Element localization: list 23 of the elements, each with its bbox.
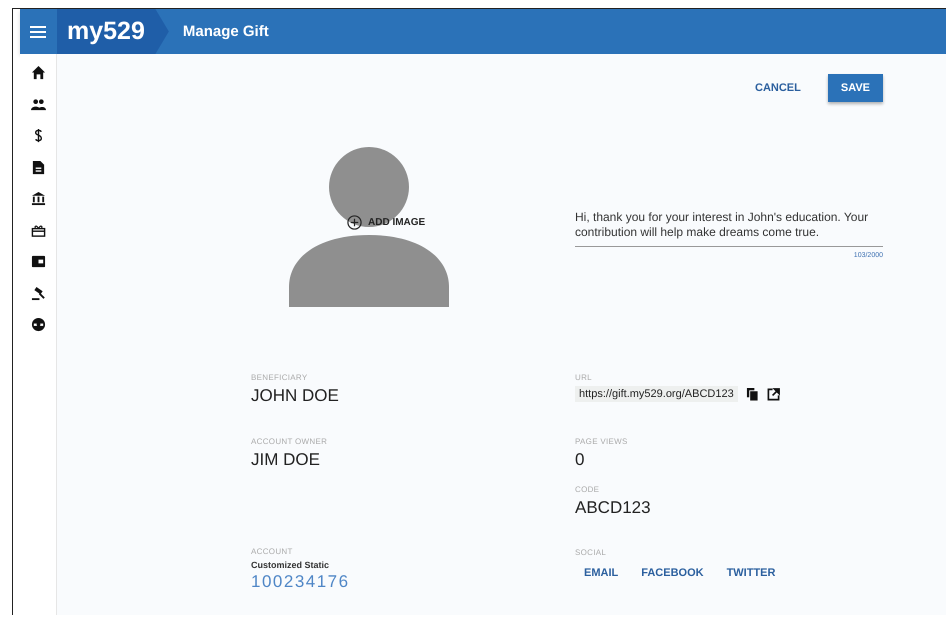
add-image-button[interactable]: ADD IMAGE [347,215,426,230]
field-label: ACCOUNT [251,547,293,556]
logo[interactable]: my529 [67,17,145,46]
field-value: JOHN DOE [251,386,339,406]
field-value: JIM DOE [251,450,320,470]
gift-url: https://gift.my529.org/ABCD123 [575,386,738,402]
cancel-button[interactable]: CANCEL [742,74,814,102]
field-label: URL [575,373,592,382]
field-value: 0 [575,450,584,470]
field-label: SOCIAL [575,548,606,557]
save-button[interactable]: SAVE [828,74,883,102]
field-label: PAGE VIEWS [575,437,628,446]
share-link[interactable]: EMAIL [584,567,618,579]
message-field[interactable]: Hi, thank you for your interest in John's education. Your contribution will help make dreams come true. [575,210,883,247]
field-label: ACCOUNT OWNER [251,437,328,446]
account-type: Customized Static [251,560,330,570]
field-value: ABCD123 [575,498,651,518]
field-label: BENEFICIARY [251,373,308,382]
account-number: 100234176 [251,572,350,592]
page-title: Manage Gift [182,23,269,40]
field-label: CODE [575,485,600,494]
share-link[interactable]: TWITTER [726,567,776,579]
share-link[interactable]: FACEBOOK [641,567,704,579]
